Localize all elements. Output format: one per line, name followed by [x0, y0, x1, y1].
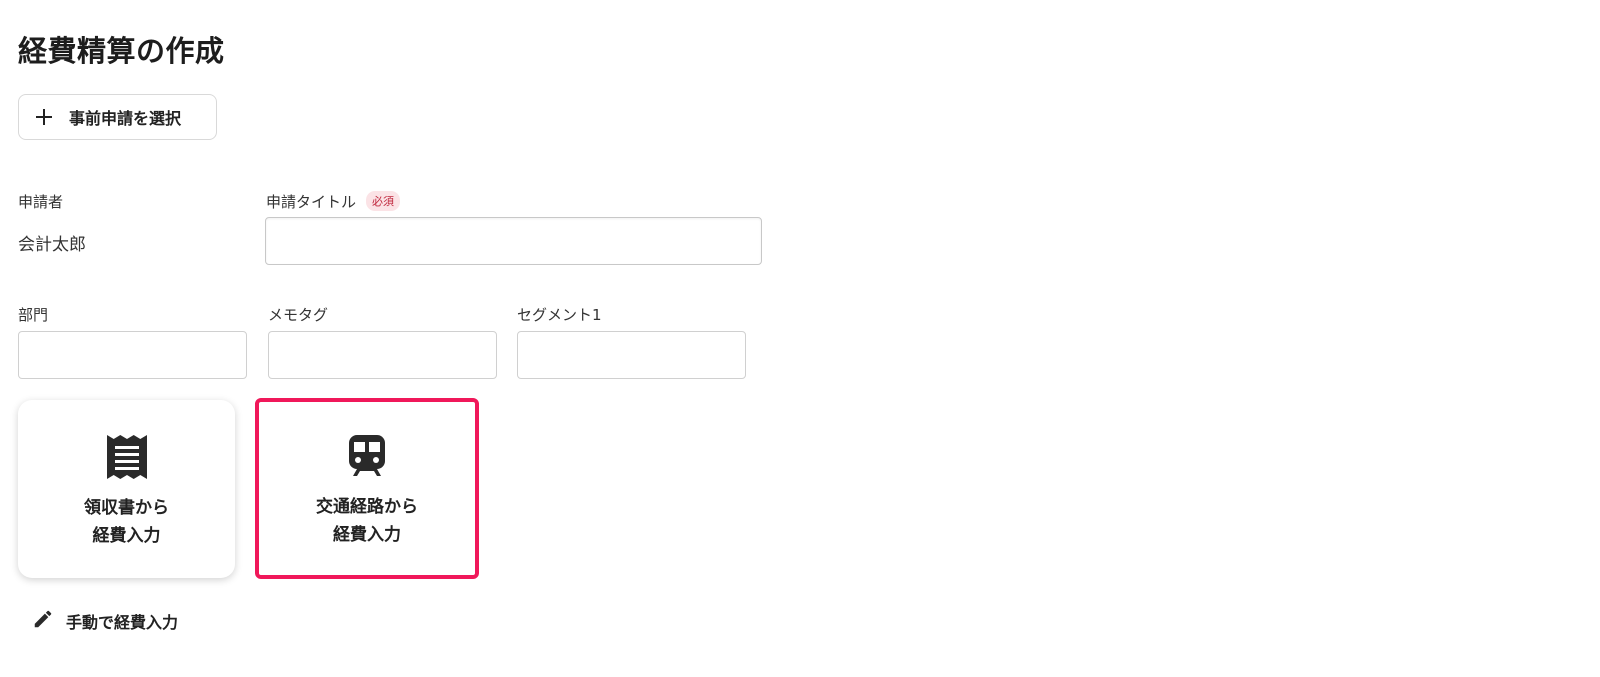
department-label: 部門: [18, 306, 49, 324]
applicant-label: 申請者: [18, 193, 64, 211]
page-title: 経費精算の作成: [18, 34, 225, 68]
department-input[interactable]: [18, 331, 247, 379]
train-icon: [349, 433, 385, 479]
title-field-label: 申請タイトル 必須: [266, 191, 401, 212]
receipt-card-line2: 経費入力: [92, 526, 161, 546]
applicant-value: 会計太郎: [18, 235, 86, 255]
title-input[interactable]: [265, 217, 762, 265]
select-prerequest-label: 事前申請を選択: [69, 109, 182, 128]
memotag-label: メモタグ: [268, 306, 329, 324]
receipt-icon: [106, 434, 147, 480]
transit-card-text: 交通経路から 経費入力: [316, 493, 418, 549]
transit-route-entry-card[interactable]: 交通経路から 経費入力: [255, 398, 479, 579]
plus-icon: [35, 108, 53, 126]
manual-entry-label: 手動で経費入力: [66, 613, 179, 632]
receipt-card-line1: 領収書から: [84, 498, 169, 518]
select-prerequest-button[interactable]: 事前申請を選択: [18, 94, 217, 140]
memotag-input[interactable]: [268, 331, 497, 379]
segment-input[interactable]: [517, 331, 746, 379]
transit-card-line1: 交通経路から: [316, 497, 418, 517]
segment-label: セグメント1: [517, 306, 602, 324]
manual-entry-button[interactable]: 手動で経費入力: [32, 608, 178, 634]
transit-card-line2: 経費入力: [333, 525, 401, 545]
receipt-card-text: 領収書から 経費入力: [84, 494, 169, 550]
title-label-text: 申請タイトル: [266, 193, 357, 211]
pencil-icon: [32, 608, 54, 634]
receipt-entry-card[interactable]: 領収書から 経費入力: [18, 400, 235, 578]
required-badge: 必須: [366, 191, 401, 211]
